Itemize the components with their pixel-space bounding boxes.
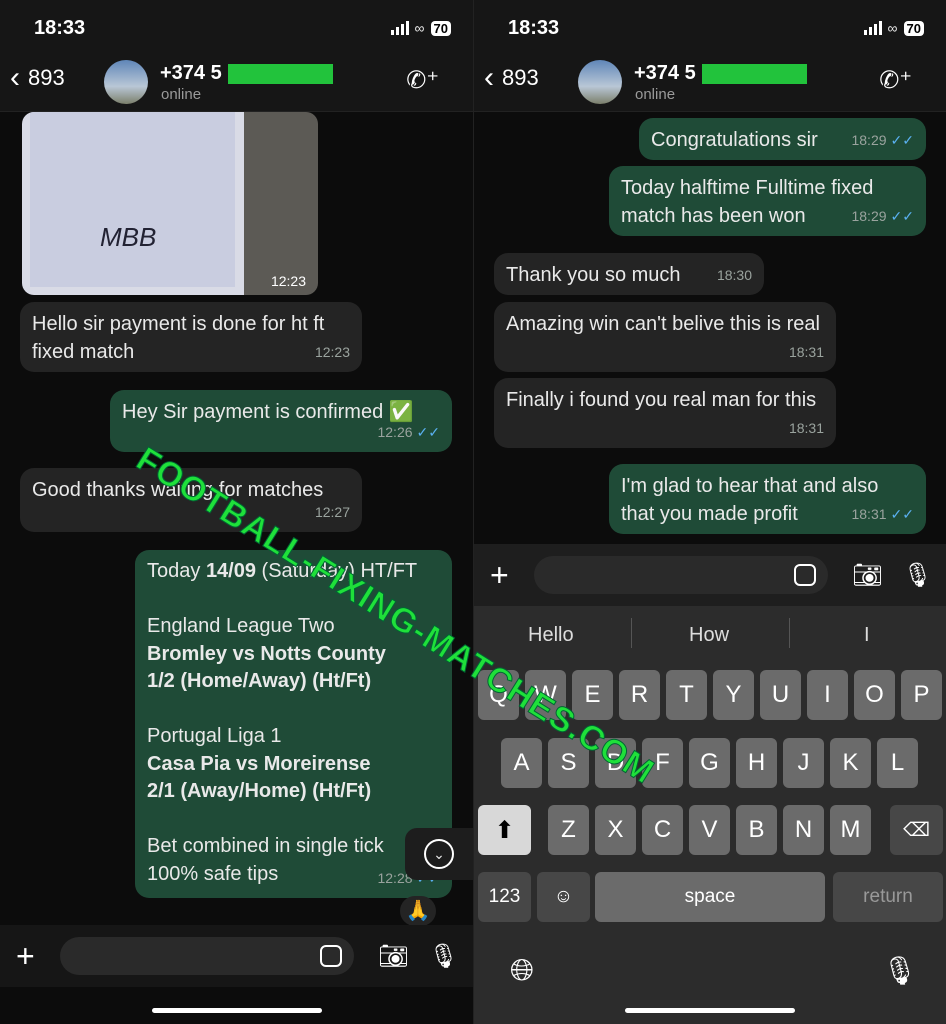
status-time: 18:33 <box>508 17 560 39</box>
key-w[interactable]: W <box>525 670 566 720</box>
message-input[interactable] <box>60 937 354 975</box>
avatar[interactable] <box>104 60 148 104</box>
key-q[interactable]: Q <box>478 670 519 720</box>
key-p[interactable]: P <box>901 670 942 720</box>
message-outgoing: Hey Sir payment is confirmed ✅ 12:26 ✓✓ <box>110 390 452 452</box>
redaction <box>701 63 807 84</box>
message-outgoing: Congratulations sir 18:29 ✓✓ <box>639 118 926 160</box>
link-icon: ∞ <box>887 20 898 36</box>
chat-header: ‹ 893 +374 5 online ✆⁺ <box>0 52 473 112</box>
message-incoming: Thank you so much 18:30 <box>494 253 764 295</box>
key-i[interactable]: I <box>807 670 848 720</box>
shift-key[interactable]: ⬆ <box>478 805 531 855</box>
key-y[interactable]: Y <box>713 670 754 720</box>
composer: + 📷︎ 🎙︎ <box>474 544 946 606</box>
add-call-icon[interactable]: ✆⁺ <box>879 66 912 95</box>
globe-icon[interactable]: 🌐︎ <box>510 954 534 988</box>
sticker-icon[interactable] <box>794 564 816 586</box>
sticker-icon[interactable] <box>320 945 342 967</box>
contact-name[interactable]: +374 5 <box>160 62 333 85</box>
return-key[interactable]: return <box>833 872 943 922</box>
chevron-left-icon: ‹ <box>484 61 494 94</box>
microphone-icon[interactable]: 🎙︎ <box>902 561 932 590</box>
key-u[interactable]: U <box>760 670 801 720</box>
receipt-image: MBB <box>30 112 235 287</box>
key-n[interactable]: N <box>783 805 824 855</box>
contact-name[interactable]: +374 5 <box>634 62 807 85</box>
message-time: 12:23 <box>270 273 306 289</box>
message-incoming: Finally i found you real man for this 18:… <box>494 378 836 448</box>
signal-icon <box>390 21 409 35</box>
message-incoming: Hello sir payment is done for ht ft fixe… <box>20 302 362 372</box>
battery-icon: 70 <box>430 20 451 36</box>
camera-icon[interactable]: 📷︎ <box>852 561 882 590</box>
key-r[interactable]: R <box>619 670 660 720</box>
key-f[interactable]: F <box>642 738 683 788</box>
signal-icon <box>863 21 882 35</box>
key-d[interactable]: D <box>595 738 636 788</box>
camera-icon[interactable]: 📷︎ <box>378 942 408 971</box>
key-h[interactable]: H <box>736 738 777 788</box>
key-e[interactable]: E <box>572 670 613 720</box>
presence: online <box>161 86 202 103</box>
key-b[interactable]: B <box>736 805 777 855</box>
key-o[interactable]: O <box>854 670 895 720</box>
key-l[interactable]: L <box>877 738 918 788</box>
suggestion[interactable]: Hello <box>528 624 574 647</box>
read-ticks-icon: ✓✓ <box>416 424 440 440</box>
message-input[interactable] <box>534 556 828 594</box>
image-message[interactable]: MBB 12:23 <box>22 112 318 295</box>
left-chat-screen: 18:33 ∞ 70 ‹ 893 +374 5 online ✆⁺ MBB 12:23… <box>0 0 473 1024</box>
key-a[interactable]: A <box>501 738 542 788</box>
key-j[interactable]: J <box>783 738 824 788</box>
presence: online <box>635 86 676 103</box>
key-z[interactable]: Z <box>548 805 589 855</box>
status-bar: 18:33 ∞ 70 <box>0 0 473 52</box>
microphone-icon[interactable]: 🎙︎ <box>428 942 458 971</box>
right-chat-screen: 18:33 ∞ 70 ‹ 893 +374 5 online ✆⁺ Congratu… <box>473 0 946 1024</box>
space-key[interactable]: space <box>595 872 825 922</box>
scroll-down-button[interactable]: ⌄ <box>405 828 473 880</box>
message-incoming: Good thanks waiting for matches 12:27 <box>20 468 362 532</box>
suggestion[interactable]: How <box>689 624 729 647</box>
reaction-emoji[interactable]: 🙏 <box>400 896 436 926</box>
key-v[interactable]: V <box>689 805 730 855</box>
chevron-down-icon: ⌄ <box>424 839 454 869</box>
plus-icon[interactable]: + <box>16 938 46 975</box>
chat-header: ‹ 893 +374 5 online ✆⁺ <box>474 52 946 112</box>
key-c[interactable]: C <box>642 805 683 855</box>
key-k[interactable]: K <box>830 738 871 788</box>
key-t[interactable]: T <box>666 670 707 720</box>
backspace-key[interactable]: ⌫ <box>890 805 943 855</box>
unread-count: 893 <box>28 65 65 90</box>
key-m[interactable]: M <box>830 805 871 855</box>
home-indicator <box>151 1008 322 1013</box>
keyboard: Hello How I QWERTYUIOPASDFGHJKLZXCVBNM ⬆… <box>474 606 946 1024</box>
chevron-left-icon: ‹ <box>10 61 20 94</box>
avatar[interactable] <box>578 60 622 104</box>
status-bar: 18:33 ∞ 70 <box>474 0 946 52</box>
redaction <box>227 63 333 84</box>
composer: + 📷︎ 🎙︎ <box>0 925 473 987</box>
add-call-icon[interactable]: ✆⁺ <box>406 66 439 95</box>
key-g[interactable]: G <box>689 738 730 788</box>
dictation-icon[interactable]: 🎙︎ <box>882 954 918 987</box>
emoji-key[interactable]: ☺ <box>537 872 590 922</box>
key-s[interactable]: S <box>548 738 589 788</box>
suggestion[interactable]: I <box>864 624 870 647</box>
message-outgoing: Today halftime Fulltime fixed match has … <box>609 166 926 236</box>
back-button[interactable]: ‹ 893 <box>484 61 539 94</box>
message-outgoing: I'm glad to hear that and also that you … <box>609 464 926 534</box>
home-indicator <box>625 1008 795 1013</box>
status-time: 18:33 <box>34 17 86 39</box>
plus-icon[interactable]: + <box>490 557 520 594</box>
numbers-key[interactable]: 123 <box>478 872 531 922</box>
battery-icon: 70 <box>903 20 924 36</box>
message-incoming: Amazing win can't belive this is real 18:… <box>494 302 836 372</box>
key-x[interactable]: X <box>595 805 636 855</box>
link-icon: ∞ <box>414 20 425 36</box>
back-button[interactable]: ‹ 893 <box>10 61 65 94</box>
